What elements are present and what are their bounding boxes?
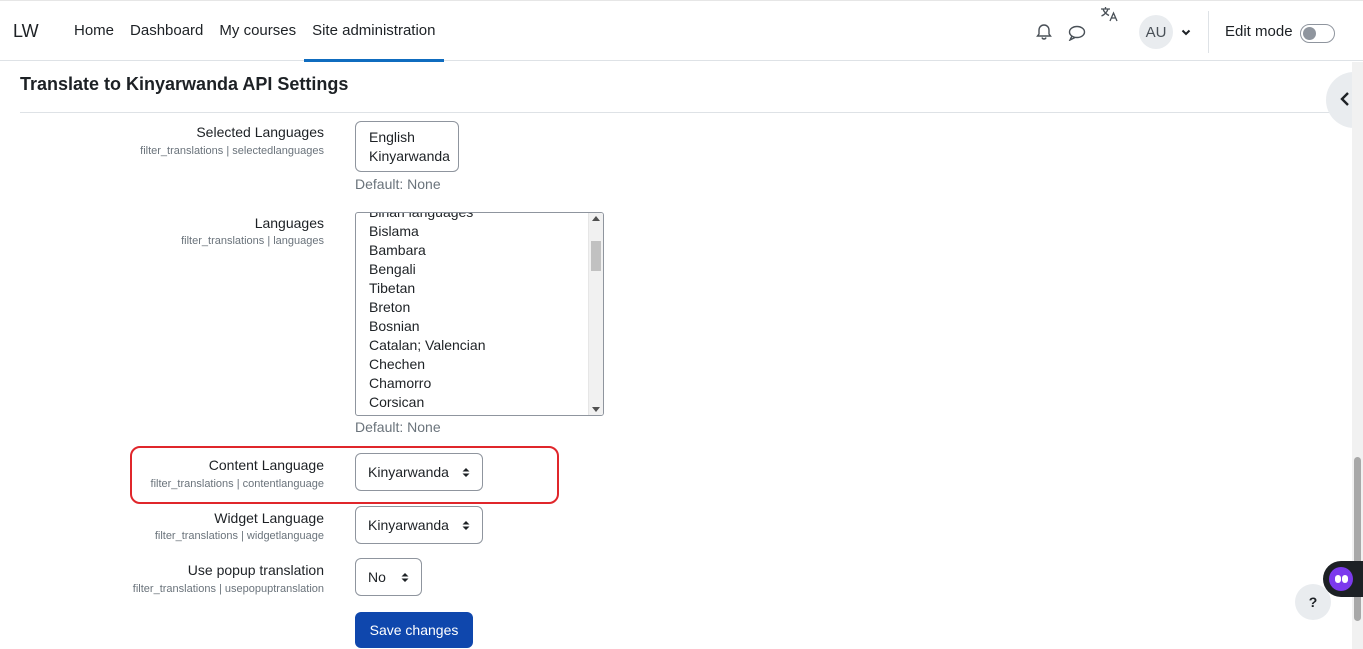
content-language-select[interactable]: Kinyarwanda — [355, 453, 483, 491]
select-arrows-icon — [401, 573, 409, 582]
list-item[interactable]: Bislama — [356, 222, 485, 241]
list-item[interactable]: Bengali — [356, 260, 485, 279]
edit-mode-toggle[interactable] — [1300, 24, 1335, 43]
list-item[interactable]: Corsican — [356, 393, 485, 412]
list-item[interactable]: Catalan; Valencian — [356, 336, 485, 355]
use-popup-translation-setting-id: filter_translations | usepopuptranslatio… — [132, 583, 324, 595]
use-popup-translation-label: Use popup translation — [187, 562, 324, 578]
chatbot-face-icon — [1329, 567, 1353, 591]
page-title: Translate to Kinyarwanda API Settings — [20, 74, 349, 94]
select-arrows-icon — [462, 521, 470, 530]
languages-default: Default: None — [355, 419, 441, 435]
list-item[interactable]: Chechen — [356, 355, 485, 374]
chatbot-eye-left — [1335, 575, 1341, 583]
content-language-value: Kinyarwanda — [368, 464, 449, 480]
widget-language-label: Widget Language — [214, 510, 324, 526]
top-navbar: LW Home Dashboard My courses Site admini… — [0, 0, 1363, 62]
languages-setting-id: filter_translations | languages — [181, 235, 324, 247]
list-item[interactable]: Tibetan — [356, 279, 485, 298]
save-changes-button[interactable]: Save changes — [355, 612, 473, 648]
notifications-bell-icon[interactable] — [1033, 21, 1055, 43]
languages-options: Bihari languages Bislama Bambara Bengali… — [356, 213, 485, 412]
selected-languages-setting-id: filter_translations | selectedlanguages — [140, 145, 324, 157]
scroll-up-arrow-icon[interactable] — [592, 216, 600, 221]
content-language-label: Content Language — [208, 457, 324, 473]
user-avatar[interactable]: AU — [1139, 15, 1173, 49]
heading-divider — [20, 112, 1333, 113]
list-item[interactable]: English — [356, 128, 458, 147]
chatbot-eye-right — [1342, 575, 1348, 583]
selected-languages-label: Selected Languages — [196, 124, 324, 140]
nav-home[interactable]: Home — [66, 1, 122, 62]
user-menu-chevron-down-icon[interactable] — [1180, 25, 1192, 37]
use-popup-translation-value: No — [368, 569, 386, 585]
list-item[interactable]: Bihari languages — [356, 213, 485, 222]
list-item[interactable]: Bosnian — [356, 317, 485, 336]
select-arrows-icon — [462, 468, 470, 477]
selected-languages-default: Default: None — [355, 176, 441, 192]
languages-scrollbar[interactable] — [588, 213, 603, 415]
use-popup-translation-select[interactable]: No — [355, 558, 422, 596]
edit-mode-label: Edit mode — [1225, 23, 1293, 40]
nav-my-courses[interactable]: My courses — [211, 1, 304, 62]
messages-chat-icon[interactable] — [1066, 22, 1088, 44]
widget-language-select[interactable]: Kinyarwanda — [355, 506, 483, 544]
site-logo[interactable]: LW — [13, 21, 39, 42]
list-item[interactable]: Bambara — [356, 241, 485, 260]
widget-language-setting-id: filter_translations | widgetlanguage — [154, 530, 324, 542]
scroll-down-arrow-icon[interactable] — [592, 407, 600, 412]
chatbot-launcher-button[interactable] — [1323, 561, 1363, 597]
languages-label: Languages — [254, 215, 324, 231]
selected-languages-listbox[interactable]: English Kinyarwanda — [355, 121, 459, 172]
list-item[interactable]: Breton — [356, 298, 485, 317]
list-item[interactable]: Kinyarwanda — [356, 147, 458, 166]
toggle-knob — [1303, 27, 1316, 40]
languages-multiselect[interactable]: Bihari languages Bislama Bambara Bengali… — [355, 212, 604, 416]
language-translate-icon[interactable] — [1098, 4, 1120, 24]
content-language-setting-id: filter_translations | contentlanguage — [150, 478, 324, 490]
languages-scroll-thumb[interactable] — [591, 241, 601, 271]
nav-dashboard[interactable]: Dashboard — [122, 1, 211, 62]
nav-site-administration[interactable]: Site administration — [304, 1, 444, 62]
primary-navigation: Home Dashboard My courses Site administr… — [66, 1, 444, 62]
widget-language-value: Kinyarwanda — [368, 517, 449, 533]
content-language-highlight — [130, 446, 559, 504]
chevron-left-icon — [1340, 92, 1349, 106]
help-button[interactable]: ? — [1295, 584, 1331, 620]
list-item[interactable]: Chamorro — [356, 374, 485, 393]
navbar-divider — [1208, 11, 1209, 53]
